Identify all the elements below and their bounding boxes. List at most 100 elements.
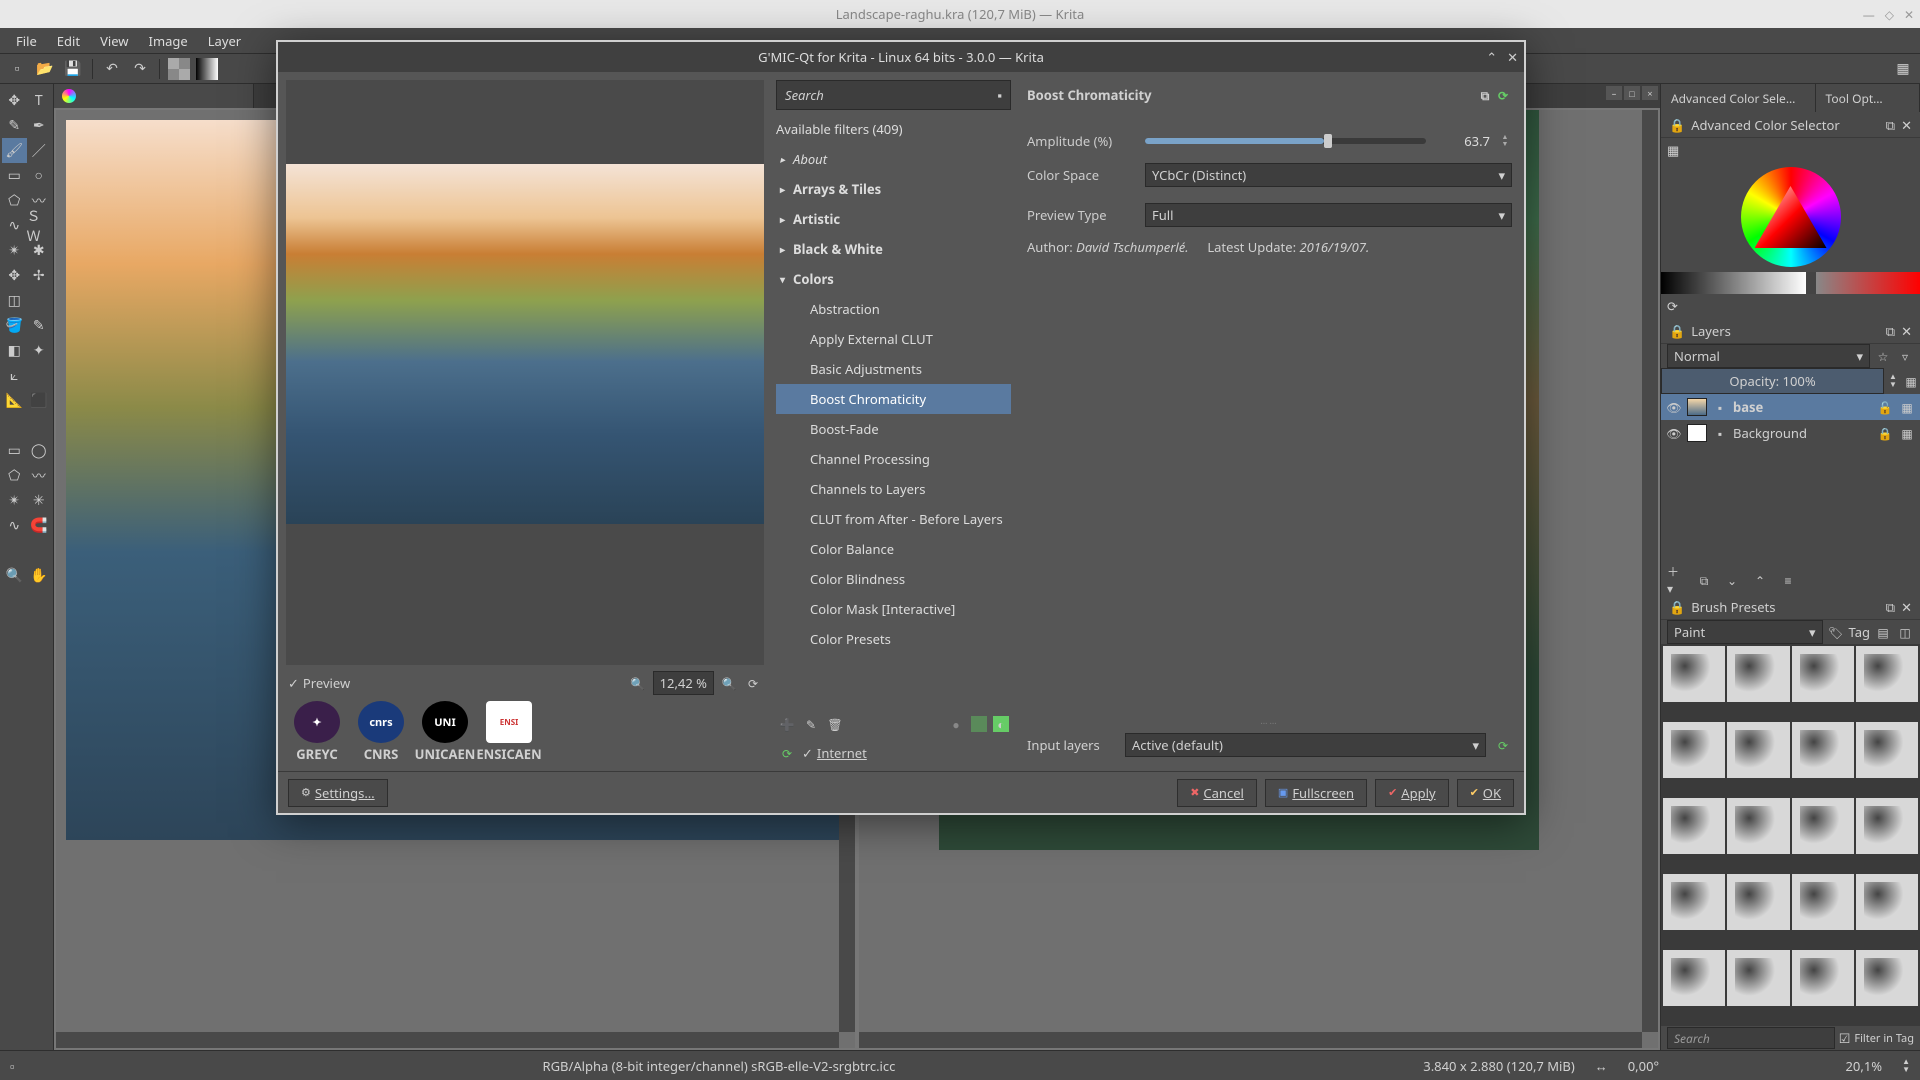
close-panel-icon[interactable]: ✕ bbox=[1901, 598, 1912, 616]
smartpatch-tool-icon[interactable]: ✦ bbox=[27, 338, 52, 363]
visibility-icon[interactable]: 👁 bbox=[1665, 398, 1683, 416]
brush-preset[interactable] bbox=[1792, 950, 1854, 1006]
visibility-normal-icon[interactable] bbox=[971, 716, 987, 732]
refresh-icon[interactable]: ⟳ bbox=[1667, 297, 1678, 315]
brush-preset[interactable] bbox=[1663, 950, 1725, 1006]
spinner-icon[interactable]: ▲▼ bbox=[1884, 372, 1902, 390]
bezier-tool-icon[interactable]: ∿ bbox=[2, 213, 27, 238]
menu-layer[interactable]: Layer bbox=[198, 28, 251, 54]
lock-icon[interactable]: 🔒 bbox=[1669, 116, 1685, 134]
gmic-titlebar[interactable]: G'MIC-Qt for Krita - Linux 64 bits - 3.0… bbox=[278, 42, 1524, 72]
layer-row[interactable]: 👁 ▪ Background 🔒 ▦ bbox=[1661, 420, 1920, 446]
menu-view[interactable]: View bbox=[90, 28, 138, 54]
menu-file[interactable]: File bbox=[6, 28, 47, 54]
gmic-search-input[interactable]: Search ▪ bbox=[776, 80, 1011, 110]
tree-filter-item[interactable]: Color Balance bbox=[776, 534, 1011, 564]
close-panel-icon[interactable]: ✕ bbox=[1901, 322, 1912, 340]
brush-preset-grid[interactable] bbox=[1661, 644, 1920, 1026]
reference-tool-icon[interactable]: ⬛ bbox=[27, 388, 52, 413]
refresh-filters-icon[interactable]: ⟳ bbox=[778, 744, 796, 762]
brush-preset[interactable] bbox=[1856, 874, 1918, 930]
apply-button[interactable]: ✔Apply bbox=[1375, 779, 1449, 807]
brush-preset[interactable] bbox=[1792, 646, 1854, 702]
line-tool-icon[interactable]: ／ bbox=[27, 138, 52, 163]
gmic-filter-tree[interactable]: About Arrays & Tiles Artistic Black & Wh… bbox=[776, 144, 1011, 709]
lock-icon[interactable]: 🔒 bbox=[1876, 424, 1894, 442]
brush-tool-icon[interactable]: 🖌 bbox=[2, 138, 27, 163]
crop-tool-icon[interactable]: ◫ bbox=[2, 288, 27, 313]
shape-edit-tool-icon[interactable]: ✎ bbox=[2, 113, 27, 138]
amplitude-spinner[interactable]: ▲▼ bbox=[1498, 134, 1512, 148]
tree-filter-item[interactable]: CLUT from After - Before Layers bbox=[776, 504, 1011, 534]
freehand-tool-icon[interactable]: ＳＷ bbox=[27, 213, 52, 238]
brush-preset[interactable] bbox=[1663, 722, 1725, 778]
clear-search-icon[interactable]: ▪ bbox=[997, 86, 1002, 104]
brush-search-input[interactable]: Search bbox=[1667, 1027, 1835, 1049]
polygon-tool-icon[interactable]: ⬠ bbox=[2, 188, 27, 213]
move-up-icon[interactable]: ⌃ bbox=[1751, 571, 1769, 589]
add-fave-icon[interactable]: ➕ bbox=[778, 715, 796, 733]
amplitude-value[interactable]: 63.7 bbox=[1434, 132, 1490, 150]
duplicate-layer-icon[interactable]: ⧉ bbox=[1695, 571, 1713, 589]
save-file-icon[interactable]: 💾 bbox=[62, 58, 84, 80]
gradient-icon[interactable] bbox=[196, 58, 218, 80]
layer-row[interactable]: 👁 ▪ base 🔓 ▦ bbox=[1661, 394, 1920, 420]
brush-preset[interactable] bbox=[1663, 798, 1725, 854]
tree-filter-item[interactable]: Basic Adjustments bbox=[776, 354, 1011, 384]
window-close-icon[interactable]: ✕ bbox=[1904, 6, 1914, 23]
redo-icon[interactable]: ↷ bbox=[129, 58, 151, 80]
float-icon[interactable]: ⧉ bbox=[1886, 322, 1895, 340]
refresh-preview-icon[interactable]: ⟳ bbox=[744, 674, 762, 692]
float-icon[interactable]: ⧉ bbox=[1886, 598, 1895, 616]
tree-category-colors[interactable]: Colors bbox=[776, 264, 1011, 294]
sel-ellipse-tool-icon[interactable]: ◯ bbox=[27, 438, 52, 463]
visibility-all-icon[interactable]: ◐ bbox=[993, 716, 1009, 732]
tree-filter-item[interactable]: Channels to Layers bbox=[776, 474, 1011, 504]
gradient-tool-icon[interactable]: ◧ bbox=[2, 338, 27, 363]
swatch-sat[interactable] bbox=[1816, 272, 1920, 294]
brush-preset[interactable] bbox=[1792, 798, 1854, 854]
brush-preset[interactable] bbox=[1663, 874, 1725, 930]
tree-filter-item-selected[interactable]: Boost Chromaticity bbox=[776, 384, 1011, 414]
preview-checkbox[interactable]: ✓Preview bbox=[288, 674, 350, 692]
window-minimize-icon[interactable]: — bbox=[1863, 6, 1875, 23]
brush-preset[interactable] bbox=[1727, 646, 1789, 702]
tree-category[interactable]: Artistic bbox=[776, 204, 1011, 234]
status-zoom[interactable]: 20,1% bbox=[1845, 1057, 1882, 1075]
scrollbar-vertical[interactable] bbox=[1642, 110, 1658, 1032]
tree-category[interactable]: Arrays & Tiles bbox=[776, 174, 1011, 204]
preview-zoom-value[interactable]: 12,42 % bbox=[653, 671, 714, 695]
tree-filter-item[interactable]: Channel Processing bbox=[776, 444, 1011, 474]
ellipse-tool-icon[interactable]: ○ bbox=[27, 163, 52, 188]
fullscreen-button[interactable]: ▣Fullscreen bbox=[1265, 779, 1367, 807]
fill-tool-icon[interactable]: 🪣 bbox=[2, 313, 27, 338]
sel-bezier-tool-icon[interactable]: ∿ bbox=[2, 513, 27, 538]
brush-preset[interactable] bbox=[1856, 950, 1918, 1006]
measure-tool-icon[interactable]: 📐 bbox=[2, 388, 27, 413]
input-layers-combo[interactable]: Active (default)▾ bbox=[1125, 733, 1486, 757]
pattern-icon[interactable] bbox=[168, 58, 190, 80]
dialog-collapse-icon[interactable]: ⌃ bbox=[1486, 48, 1497, 66]
subwindow-minimize-icon[interactable]: – bbox=[1606, 86, 1622, 100]
visibility-icon[interactable]: 👁 bbox=[1665, 424, 1683, 442]
subwindow-close-icon[interactable]: × bbox=[1642, 86, 1658, 100]
pan-tool-icon[interactable]: ✋ bbox=[27, 563, 52, 588]
brush-preset[interactable] bbox=[1792, 874, 1854, 930]
visibility-plain-icon[interactable]: ● bbox=[947, 715, 965, 733]
sel-contig-tool-icon[interactable]: ✴ bbox=[2, 488, 27, 513]
tree-filter-item[interactable]: Color Presets bbox=[776, 624, 1011, 654]
menu-image[interactable]: Image bbox=[139, 28, 198, 54]
open-file-icon[interactable]: 📂 bbox=[34, 58, 56, 80]
sel-similar-tool-icon[interactable]: ✳ bbox=[27, 488, 52, 513]
zoom-tool-icon[interactable]: 🔍 bbox=[2, 563, 27, 588]
remove-fave-icon[interactable]: ✎ bbox=[802, 715, 820, 733]
filter-icon[interactable]: ▿ bbox=[1896, 347, 1914, 365]
grid-icon[interactable]: ▦ bbox=[1667, 141, 1679, 159]
scrollbar-horizontal[interactable] bbox=[56, 1032, 839, 1048]
move-tool-icon[interactable]: ✥ bbox=[2, 88, 27, 113]
tab-advanced-color[interactable]: Advanced Color Sele… bbox=[1661, 84, 1816, 112]
zoom-in-icon[interactable]: 🔍 bbox=[720, 674, 738, 692]
swatch-current[interactable] bbox=[1806, 272, 1816, 294]
close-panel-icon[interactable]: ✕ bbox=[1901, 116, 1912, 134]
window-maximize-icon[interactable]: ◇ bbox=[1885, 6, 1894, 23]
